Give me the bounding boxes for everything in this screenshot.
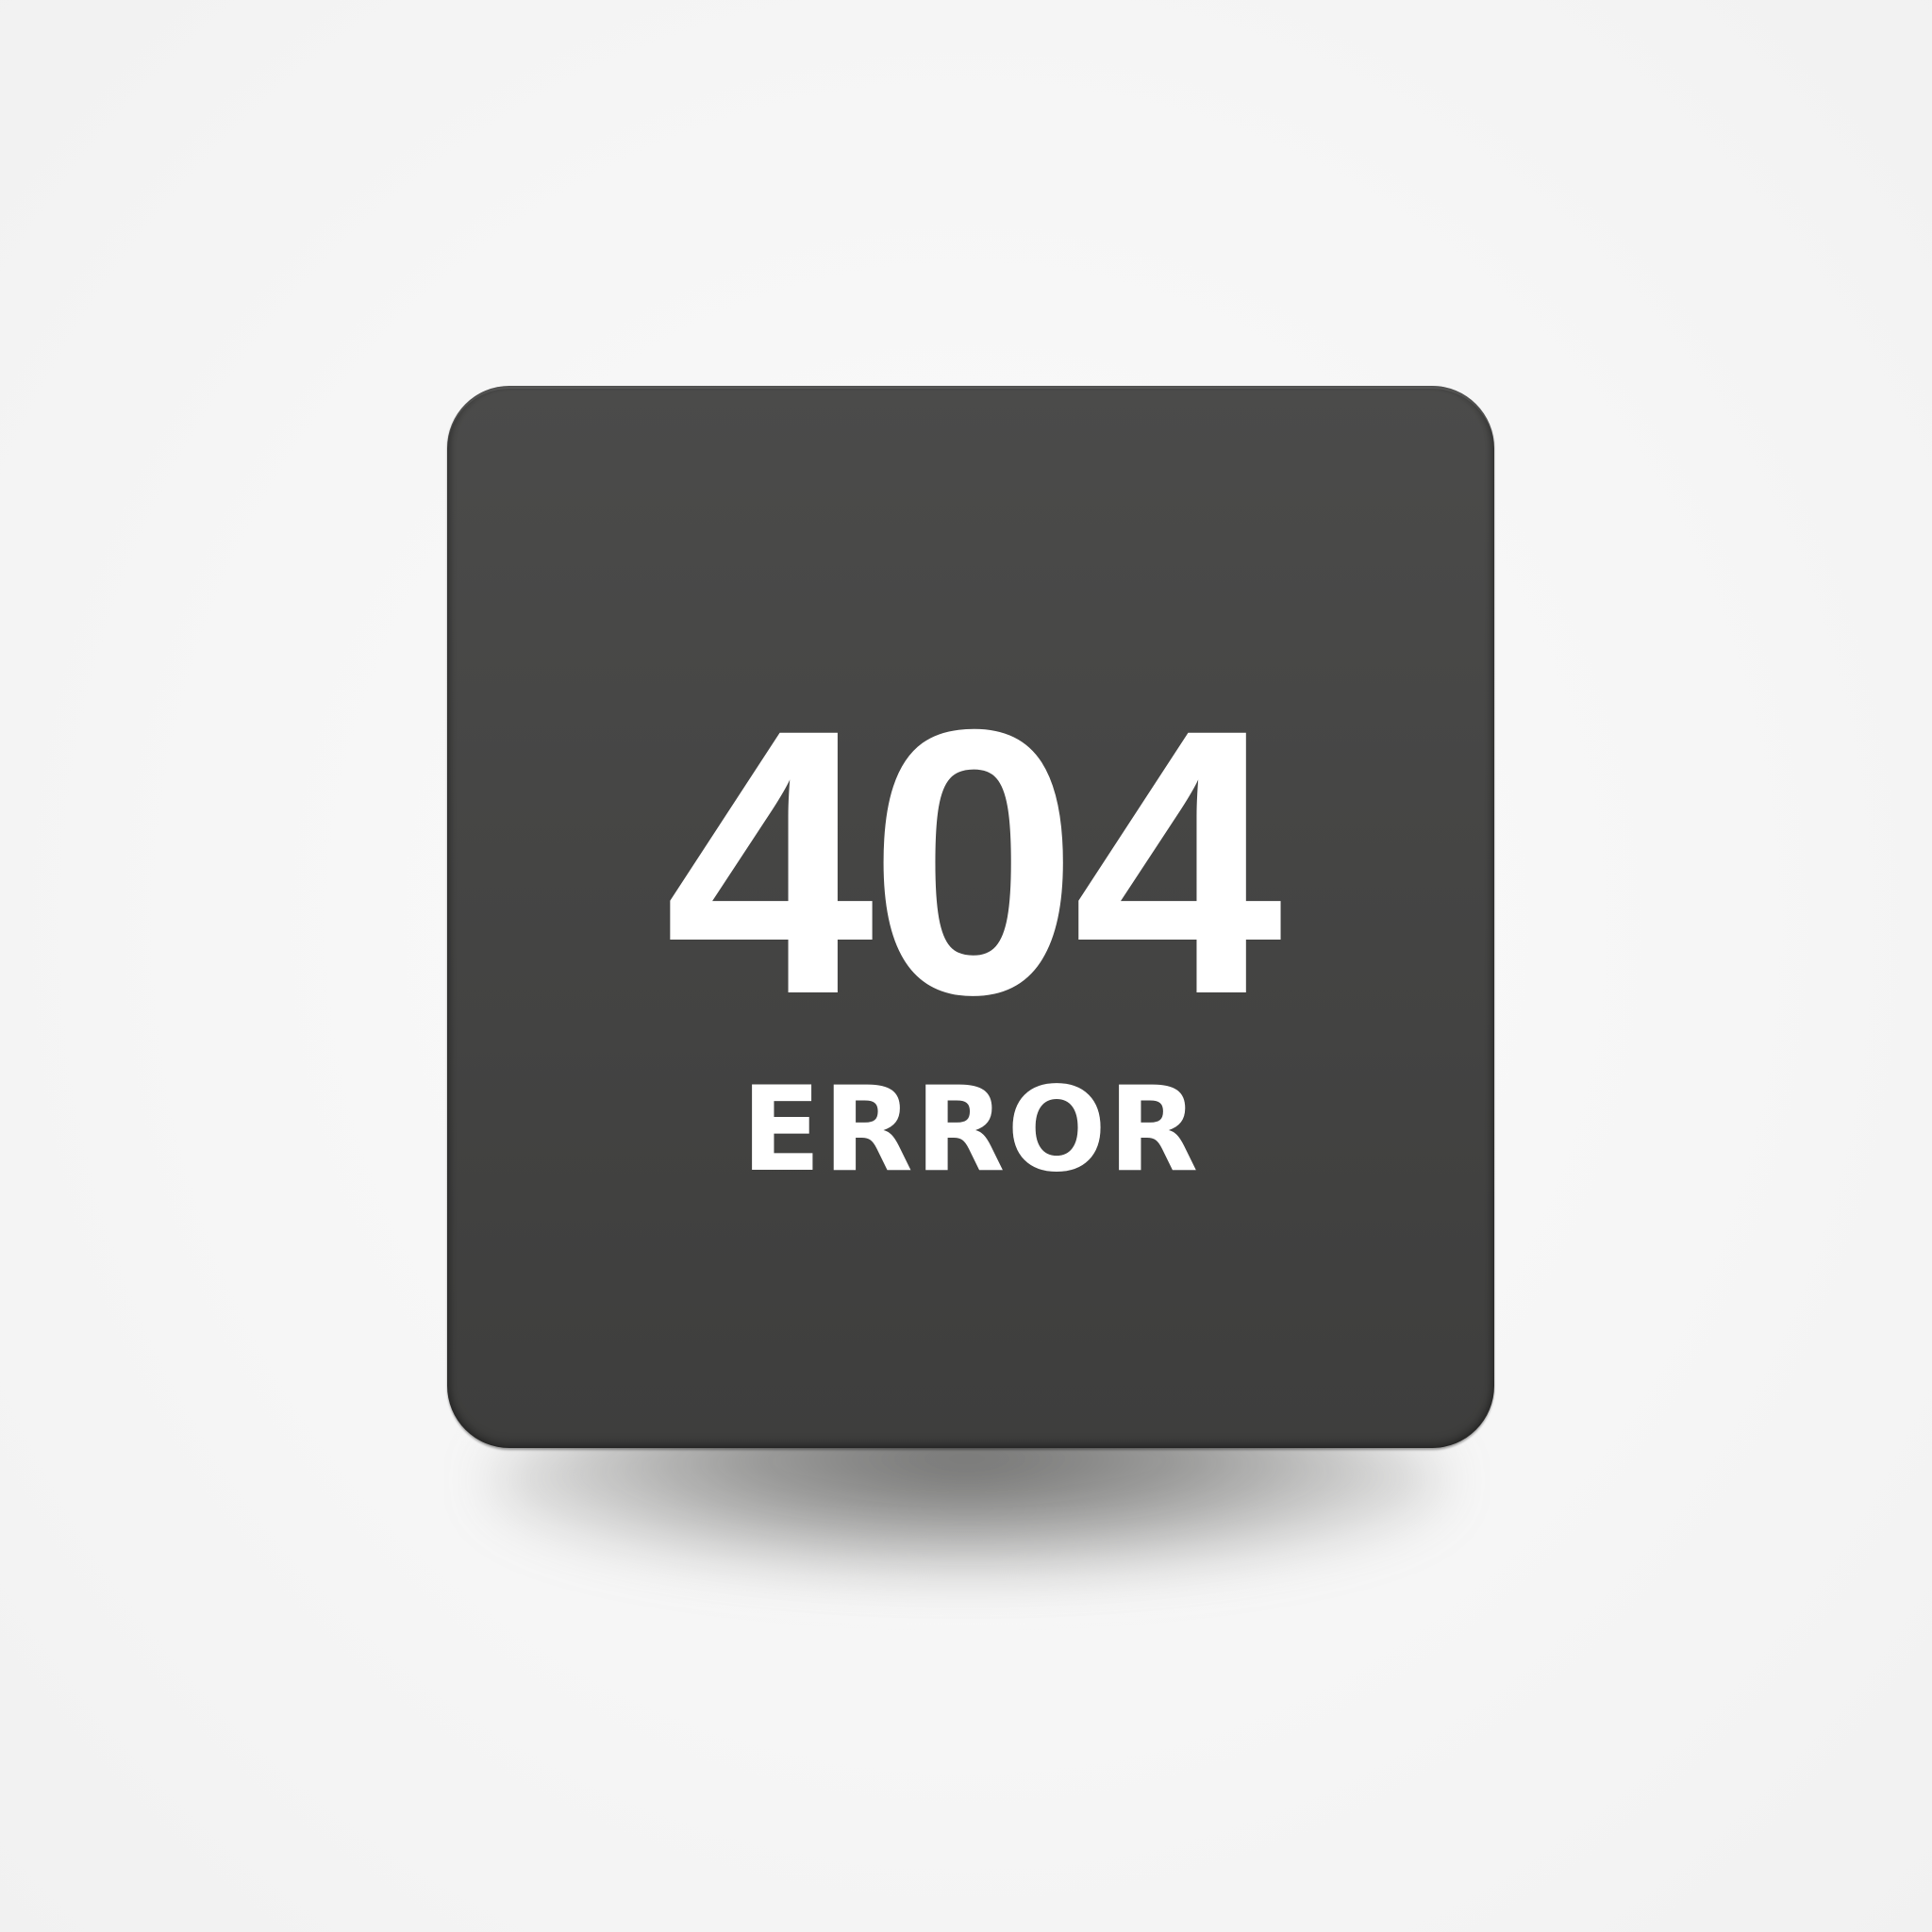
error-page: 404 ERROR	[0, 0, 1932, 1932]
error-card: 404 ERROR	[447, 386, 1494, 1448]
error-label: ERROR	[741, 1062, 1201, 1198]
error-code: 404	[664, 651, 1282, 1073]
